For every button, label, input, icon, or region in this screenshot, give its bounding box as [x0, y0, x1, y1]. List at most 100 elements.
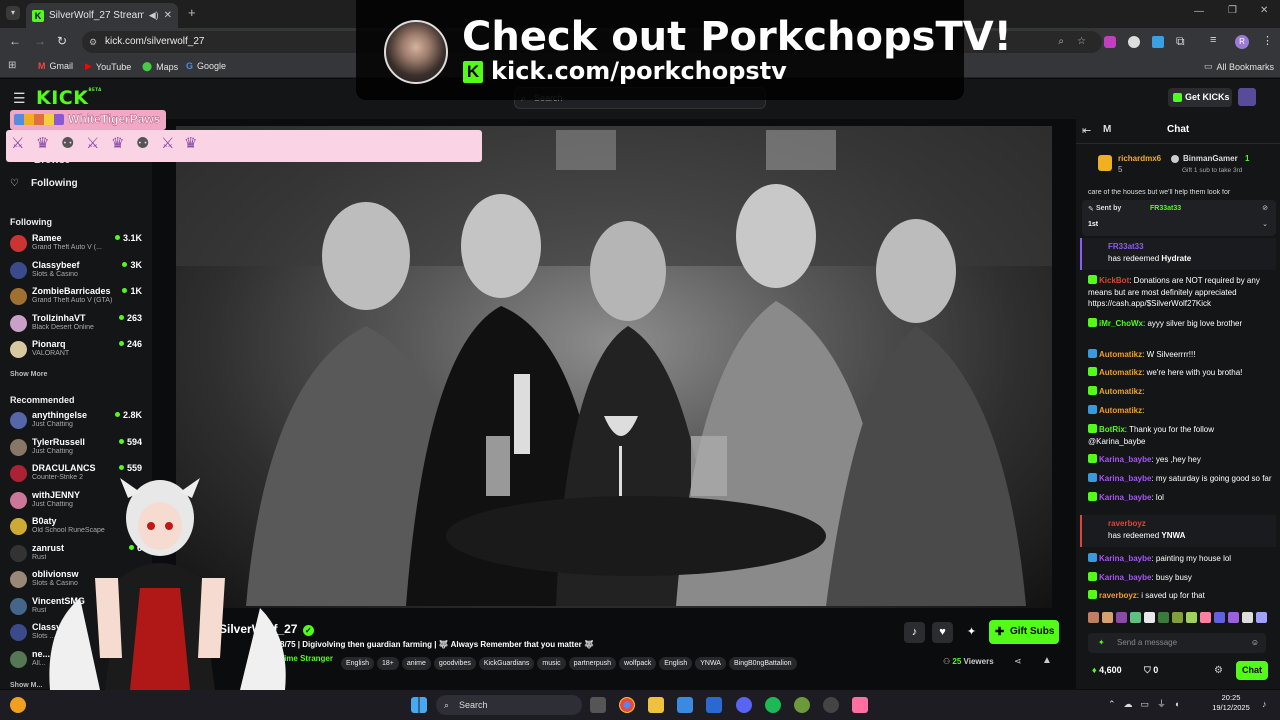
app-icon[interactable]: [852, 697, 868, 713]
report-icon[interactable]: ▲: [1042, 655, 1052, 666]
sidebar-channel[interactable]: anythingelse Just Chatting 2.8K: [10, 409, 146, 433]
extension-icon[interactable]: [1152, 36, 1164, 48]
follow-heart-icon[interactable]: ♥: [932, 622, 953, 643]
collapse-chat-icon[interactable]: ⇤: [1082, 124, 1091, 137]
chat-username[interactable]: Karina_baybe: [1099, 455, 1151, 464]
emote-icon[interactable]: [1116, 612, 1127, 623]
chat-send-button[interactable]: Chat: [1236, 661, 1268, 680]
task-view-icon[interactable]: [590, 697, 606, 713]
tab-list-button[interactable]: ▾: [6, 6, 20, 20]
file-explorer-icon[interactable]: [648, 697, 664, 713]
discord-icon[interactable]: [736, 697, 752, 713]
sidebar-channel[interactable]: Pionarq VALORANT 246: [10, 338, 146, 362]
sidebar-channel[interactable]: TylerRussell Just Chatting 594: [10, 436, 146, 460]
chat-username[interactable]: Automatikz: [1099, 387, 1142, 396]
emote-icon[interactable]: [1214, 612, 1225, 623]
get-kicks-button[interactable]: Get KICKs: [1168, 88, 1232, 107]
emote-icon[interactable]: [1186, 612, 1197, 623]
emote-icon[interactable]: [1130, 612, 1141, 623]
minimize-button[interactable]: —: [1194, 6, 1204, 17]
chat-username[interactable]: Automatikz: [1099, 368, 1142, 377]
boost-icon[interactable]: ✦: [961, 622, 982, 643]
back-icon[interactable]: ←: [9, 34, 21, 48]
chat-username[interactable]: KickBot: [1099, 276, 1129, 285]
chat-username[interactable]: Karina_baybe: [1099, 474, 1151, 483]
mail-icon[interactable]: [706, 697, 722, 713]
gift-subs-button[interactable]: ✚ Gift Subs: [989, 620, 1059, 644]
chevron-down-icon[interactable]: ⌄: [1262, 220, 1268, 228]
notification-bell-icon[interactable]: ♪: [904, 622, 925, 643]
tray-icons[interactable]: ⌃☁▭⏚◖: [1108, 697, 1187, 710]
stream-tag[interactable]: English: [341, 657, 374, 670]
pinned-user[interactable]: FR33at33: [1150, 205, 1181, 212]
bookmark-gmail[interactable]: M Gmail: [38, 61, 73, 71]
chat-username[interactable]: Automatikz: [1099, 350, 1142, 359]
chat-settings-icon[interactable]: ⚙: [1214, 665, 1223, 676]
windows-start-icon[interactable]: [411, 697, 427, 713]
stream-tag[interactable]: wolfpack: [619, 657, 657, 670]
kicks-icon[interactable]: ✦: [1098, 633, 1105, 653]
taskbar-search[interactable]: ⌕ Search: [436, 695, 582, 715]
chat-username[interactable]: iMr_ChoWx: [1099, 319, 1143, 328]
emote-icon[interactable]: [1088, 612, 1099, 623]
window-close-button[interactable]: ✕: [1260, 5, 1268, 16]
stream-tag[interactable]: BingB0ngBattalion: [728, 657, 797, 670]
show-more-button[interactable]: Show More: [10, 371, 47, 378]
browser-tab[interactable]: K SilverWolf_27 Stream - Wa ◀) ✕: [26, 3, 178, 28]
chat-username[interactable]: raverboyz: [1108, 519, 1146, 528]
chat-username[interactable]: raverboyz: [1099, 591, 1137, 600]
extension-icon[interactable]: [1128, 36, 1140, 48]
all-bookmarks-button[interactable]: ▭ All Bookmarks: [1204, 61, 1274, 72]
sidebar-following-nav[interactable]: ♡ Following: [10, 178, 150, 192]
stream-tag[interactable]: goodvibes: [433, 657, 476, 670]
apps-grid-icon[interactable]: ⊞: [8, 60, 16, 71]
stream-tag[interactable]: partnerpush: [568, 657, 617, 670]
store-icon[interactable]: [677, 697, 693, 713]
extensions-puzzle-icon[interactable]: ⧉: [1176, 34, 1185, 49]
stream-tag[interactable]: music: [537, 657, 566, 670]
chat-username[interactable]: Karina_baybe: [1099, 493, 1151, 502]
emote-icon[interactable]: [1102, 612, 1113, 623]
forward-icon[interactable]: →: [34, 34, 46, 48]
kicks-balance[interactable]: ♦ 4,600: [1092, 665, 1122, 675]
emote-icon[interactable]: [1228, 612, 1239, 623]
gifter-top-name[interactable]: richardmx6: [1118, 154, 1161, 163]
chat-username[interactable]: FR33at33: [1108, 242, 1144, 251]
obs-icon[interactable]: [823, 697, 839, 713]
extension-icon[interactable]: [1104, 36, 1116, 48]
reload-icon[interactable]: ↻: [57, 34, 67, 48]
bookmark-maps[interactable]: ⬤ Maps: [142, 61, 178, 72]
tab-close-icon[interactable]: ✕: [164, 10, 172, 21]
stream-tag[interactable]: YNWA: [695, 657, 726, 670]
emote-icon[interactable]: [1242, 612, 1253, 623]
sidebar-channel[interactable]: TrollzinhaVT Black Desert Online 263: [10, 312, 146, 336]
browser-menu-icon[interactable]: ⋮: [1262, 34, 1273, 47]
user-avatar[interactable]: [1238, 88, 1256, 106]
unpin-icon[interactable]: ⊘: [1262, 204, 1268, 212]
kick-logo[interactable]: KICKBETA: [36, 87, 102, 109]
xbox-icon[interactable]: [794, 697, 810, 713]
notifications-icon[interactable]: ♪: [1262, 699, 1267, 709]
chrome-icon[interactable]: [619, 697, 635, 713]
media-controls-icon[interactable]: ≡: [1210, 34, 1216, 46]
bookmark-star-icon[interactable]: ☆: [1077, 31, 1086, 53]
chat-username[interactable]: BotRix: [1099, 425, 1125, 434]
share-icon[interactable]: ⋖: [1014, 656, 1022, 667]
emote-icon[interactable]: [1200, 612, 1211, 623]
tab-audio-icon[interactable]: ◀): [149, 10, 159, 21]
bookmark-youtube[interactable]: ▶ YouTube: [85, 61, 131, 72]
stream-tag[interactable]: KickGuardians: [478, 657, 535, 670]
zoom-icon[interactable]: ⌕: [1058, 31, 1064, 53]
emote-icon[interactable]: [1158, 612, 1169, 623]
bookmark-google[interactable]: G Google: [186, 61, 226, 71]
sidebar-channel[interactable]: Ramee Grand Theft Auto V (... 3.1K: [10, 232, 146, 256]
chat-username[interactable]: Karina_baybe: [1099, 573, 1151, 582]
stream-tag[interactable]: English: [659, 657, 693, 670]
new-tab-button[interactable]: +: [188, 5, 196, 20]
show-more-button-2[interactable]: Show M...: [10, 682, 42, 689]
chat-username[interactable]: Karina_baybe: [1099, 554, 1151, 563]
channel-points[interactable]: ⛉ 0: [1144, 665, 1158, 676]
chat-input[interactable]: ✦ Send a message ☺: [1088, 633, 1266, 653]
gifter-second-name[interactable]: BinmanGamer: [1183, 154, 1238, 163]
emoji-icon[interactable]: ☺: [1251, 633, 1259, 653]
